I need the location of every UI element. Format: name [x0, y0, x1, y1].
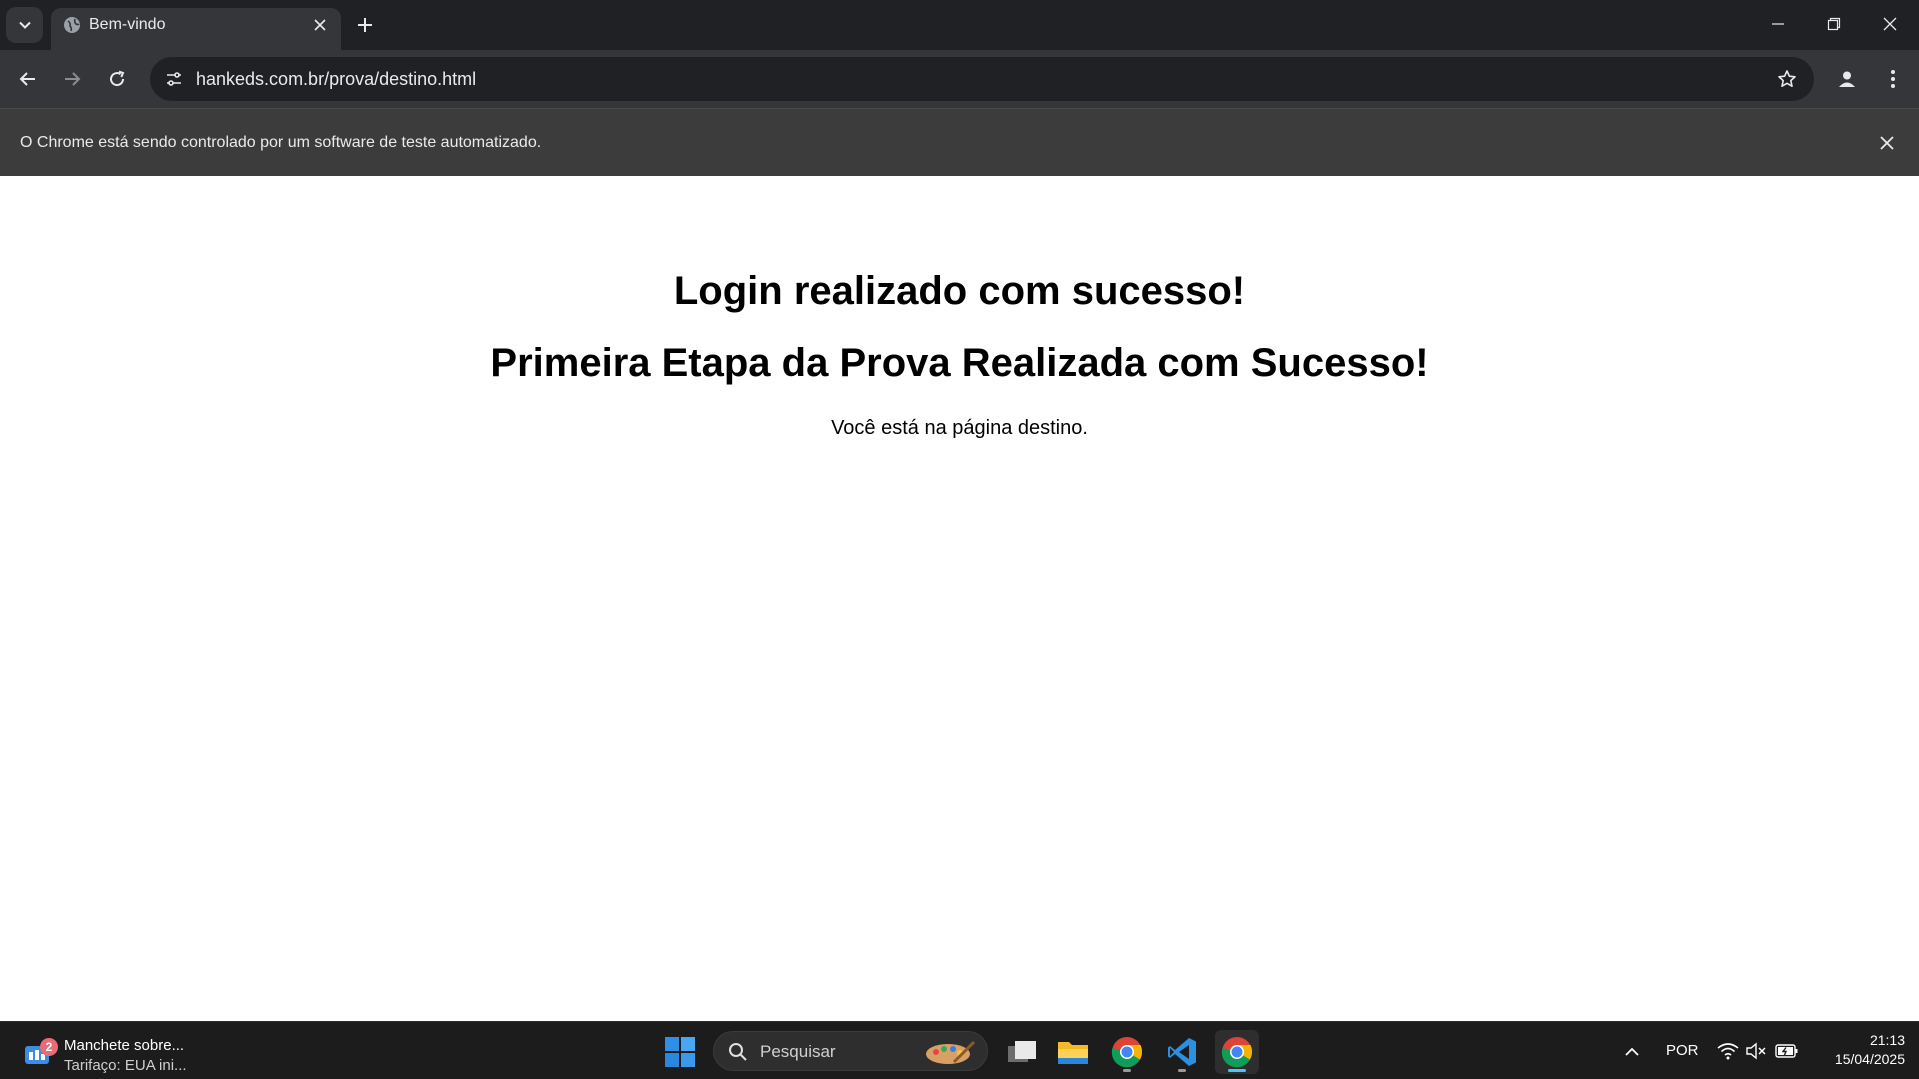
language-indicator[interactable]: POR: [1666, 1042, 1699, 1059]
windows-start-icon[interactable]: [664, 1036, 696, 1068]
arrow-left-icon: [19, 72, 35, 86]
news-widget[interactable]: 2 Manchete sobre... Tarifaço: EUA ini...: [22, 1030, 192, 1074]
vscode-icon: [1168, 1038, 1196, 1066]
running-indicator: [1178, 1069, 1186, 1072]
bookmark-button[interactable]: [1774, 66, 1800, 92]
active-indicator: [1228, 1069, 1246, 1072]
tab-title: Bem-vindo: [89, 16, 166, 33]
arrow-right-icon: [65, 72, 81, 86]
news-title: Manchete sobre...: [64, 1037, 185, 1054]
url-text[interactable]: hankeds.com.br/prova/destino.html: [196, 69, 476, 89]
automation-infobar: O Chrome está sendo controlado por um so…: [0, 108, 1919, 176]
chrome-active-button[interactable]: [1215, 1030, 1259, 1074]
destination-text: Você está na página destino.: [831, 417, 1088, 439]
star-icon: [1778, 70, 1796, 87]
reload-icon: [110, 70, 125, 87]
plus-icon: [358, 18, 372, 32]
search-icon: [729, 1043, 747, 1061]
forward-button[interactable]: [56, 63, 88, 95]
back-button[interactable]: [12, 63, 44, 95]
paint-palette-icon: [926, 1040, 976, 1064]
profile-icon: [1839, 71, 1855, 87]
clock-time: 21:13: [1869, 1032, 1905, 1048]
tray-overflow-button[interactable]: [1612, 1030, 1652, 1074]
minimize-button[interactable]: [1750, 0, 1806, 48]
tab-strip: Bem-vindo: [0, 0, 1919, 50]
reload-button[interactable]: [101, 63, 133, 95]
running-indicator: [1123, 1069, 1131, 1072]
globe-icon: [64, 17, 80, 33]
infobar-close-button[interactable]: [1875, 131, 1899, 155]
tune-icon: [167, 72, 181, 86]
profile-button[interactable]: [1831, 63, 1863, 95]
file-explorer-icon: [1058, 1042, 1088, 1064]
tab-bem-vindo[interactable]: Bem-vindo: [51, 8, 341, 50]
menu-button[interactable]: [1877, 63, 1909, 95]
tab-search-button[interactable]: [6, 7, 43, 43]
news-subtitle: Tarifaço: EUA ini...: [64, 1057, 187, 1074]
chevron-up-icon: [1625, 1047, 1639, 1056]
stage-heading: Primeira Etapa da Prova Realizada com Su…: [490, 341, 1429, 385]
page-content: Login realizado com sucesso! Primeira Et…: [0, 176, 1919, 1021]
restore-icon: [1827, 17, 1841, 31]
more-vertical-icon: [1891, 70, 1895, 88]
task-view-button[interactable]: [1000, 1030, 1044, 1074]
clock[interactable]: 21:13 15/04/2025: [1810, 1031, 1905, 1069]
infobar-message: O Chrome está sendo controlado por um so…: [20, 134, 542, 151]
browser-toolbar: hankeds.com.br/prova/destino.html: [0, 50, 1919, 108]
wifi-icon[interactable]: [1717, 1042, 1739, 1060]
clock-date: 15/04/2025: [1834, 1051, 1905, 1067]
chrome-active-icon: [1221, 1037, 1253, 1068]
chrome-icon: [1111, 1037, 1143, 1068]
news-badge: 2: [40, 1038, 58, 1056]
site-info-button[interactable]: [158, 63, 190, 95]
file-explorer-button[interactable]: [1051, 1030, 1095, 1074]
taskbar-search[interactable]: Pesquisar: [713, 1031, 988, 1071]
volume-muted-icon[interactable]: [1745, 1042, 1767, 1060]
chrome-button[interactable]: [1105, 1030, 1149, 1074]
address-bar[interactable]: hankeds.com.br/prova/destino.html: [150, 57, 1814, 101]
battery-charging-icon[interactable]: [1775, 1042, 1799, 1060]
chevron-down-icon: [18, 21, 31, 29]
close-icon: [314, 19, 326, 31]
restore-button[interactable]: [1806, 0, 1862, 48]
tab-close-button[interactable]: [309, 14, 331, 36]
search-placeholder: Pesquisar: [760, 1042, 836, 1061]
taskbar: 2 Manchete sobre... Tarifaço: EUA ini...…: [0, 1021, 1919, 1079]
task-view-icon: [1008, 1041, 1036, 1062]
success-heading: Login realizado com sucesso!: [673, 269, 1246, 313]
vscode-button[interactable]: [1160, 1030, 1204, 1074]
close-window-button[interactable]: [1862, 0, 1918, 48]
close-icon: [1883, 17, 1897, 31]
close-icon: [1880, 136, 1894, 150]
minimize-icon: [1772, 23, 1784, 25]
new-tab-button[interactable]: [352, 12, 378, 38]
